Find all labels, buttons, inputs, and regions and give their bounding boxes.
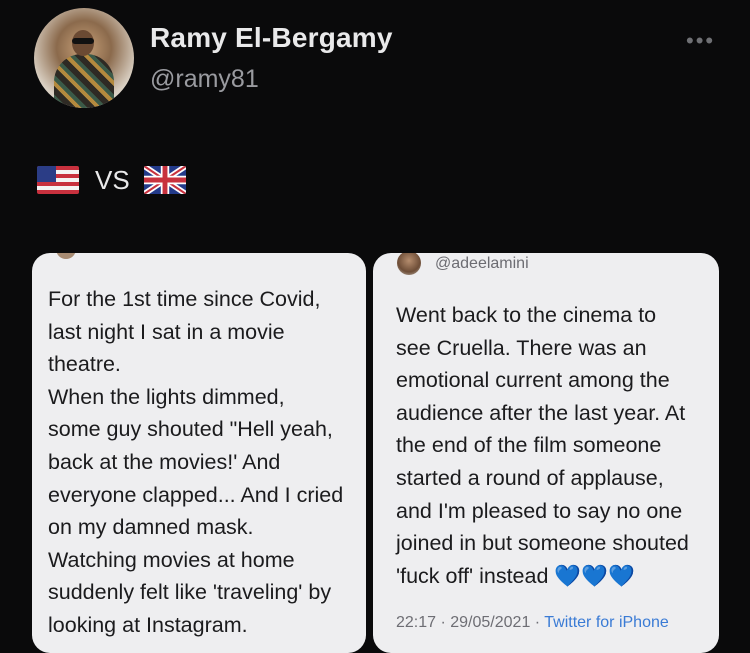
vs-text: VS [95,164,130,195]
left-card-header [56,253,236,259]
uk-flag-icon [143,166,186,194]
avatar-body [54,54,114,108]
more-dots-icon[interactable]: ••• [686,28,715,54]
timestamp: 22:17 · 29/05/2021 · [396,614,545,631]
left-screenshot-card[interactable]: For the 1st time since Covid, last night… [32,253,366,653]
blue-heart-icons: 💙💙💙 [554,563,635,588]
display-name[interactable]: Ramy El-Bergamy [150,22,393,54]
tweet-text: VS [37,160,186,200]
right-card-meta: 22:17 · 29/05/2021 · Twitter for iPhone [396,614,669,632]
tweet-source-link[interactable]: Twitter for iPhone [544,614,669,631]
profile-avatar[interactable] [34,8,134,108]
right-card-text: Went back to the cinema to see Cruella. … [396,299,716,592]
right-card-avatar [397,253,421,275]
us-flag-icon [37,166,79,194]
user-handle[interactable]: @ramy81 [150,65,259,94]
left-card-avatar [56,253,76,259]
right-card-body: Went back to the cinema to see Cruella. … [396,303,689,588]
left-card-text: For the 1st time since Covid, last night… [48,287,344,637]
avatar-sunglasses [72,38,94,44]
right-card-handle: @adeelamini [435,255,529,272]
right-screenshot-card[interactable]: @adeelamini Went back to the cinema to s… [373,253,719,653]
tweet-header: Ramy El-Bergamy @ramy81 ••• [0,0,750,130]
